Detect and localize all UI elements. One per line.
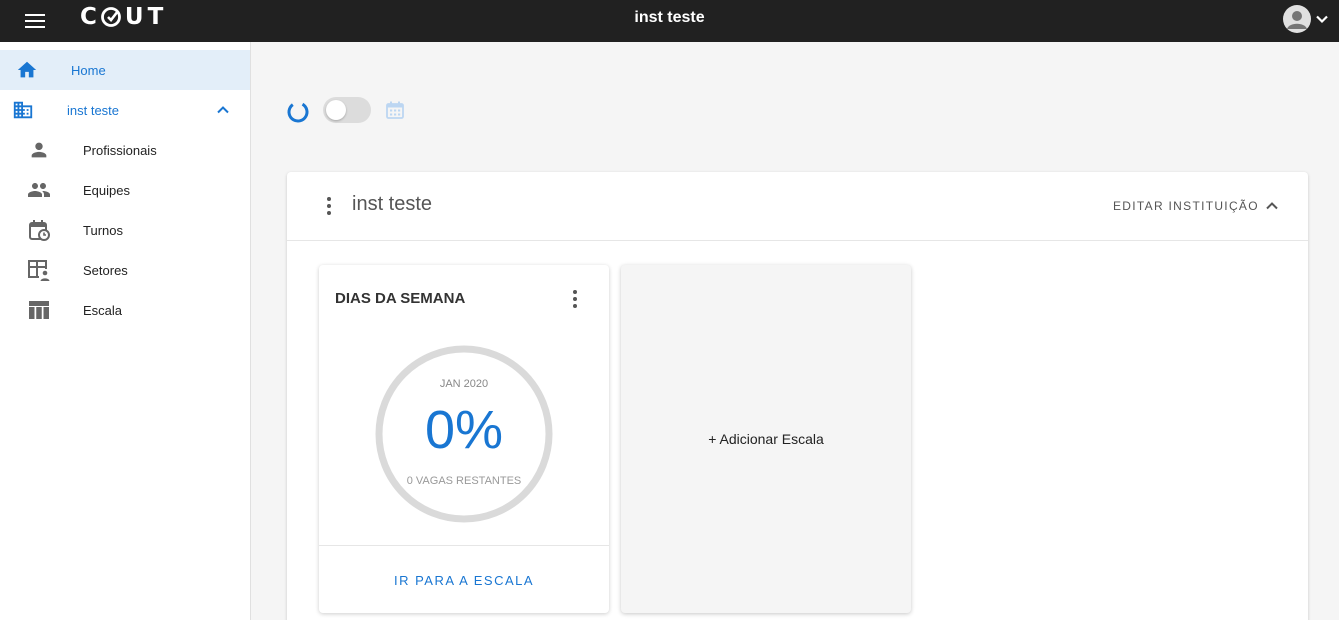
panel-header: inst teste EDITAR INSTITUIÇÃO xyxy=(287,172,1308,241)
add-scale-card[interactable]: + Adicionar Escala xyxy=(621,265,911,613)
sidebar-item-profissionais[interactable]: Profissionais xyxy=(0,130,250,170)
gauge-remaining: 0 VAGAS RESTANTES xyxy=(406,475,522,487)
account-circle-icon[interactable] xyxy=(1283,5,1311,33)
people-icon xyxy=(27,178,51,202)
occupancy-gauge: JAN 2020 0% 0 VAGAS RESTANTES xyxy=(374,344,554,524)
sidebar-item-setores[interactable]: Setores xyxy=(0,250,250,290)
page-title-text: inst teste xyxy=(634,9,705,26)
sidebar-item-label: Turnos xyxy=(83,222,123,238)
panel-title: inst teste xyxy=(352,193,433,215)
person-icon xyxy=(27,138,51,162)
sidebar-item-institution[interactable]: inst teste xyxy=(0,90,250,130)
user-menu[interactable] xyxy=(1283,4,1329,34)
scale-card-footer: IR PARA A ESCALA xyxy=(319,545,609,613)
sidebar-item-label: Escala xyxy=(83,302,123,318)
add-scale-label: + Adicionar Escala xyxy=(708,431,824,447)
calendar-clock-icon xyxy=(27,218,51,242)
toggle-knob xyxy=(326,100,346,120)
sidebar-item-home[interactable]: Home xyxy=(0,50,250,90)
sidebar-item-equipes[interactable]: Equipes xyxy=(0,170,250,210)
app-logo[interactable]: C UT xyxy=(80,4,167,30)
sidebar-item-label: Profissionais xyxy=(83,142,157,158)
chevron-up-icon[interactable] xyxy=(1262,196,1282,216)
chevron-up-icon[interactable] xyxy=(211,98,235,122)
go-to-scale-button[interactable]: IR PARA A ESCALA xyxy=(319,573,609,588)
calendar-icon[interactable] xyxy=(385,100,405,120)
home-icon xyxy=(15,58,39,82)
gauge-month: JAN 2020 xyxy=(439,378,489,390)
chevron-down-icon[interactable] xyxy=(1315,12,1329,26)
gauge-percent: 0% xyxy=(424,400,504,460)
table-person-icon xyxy=(27,258,51,282)
sidebar: Home inst teste Profissionais Equipes Tu… xyxy=(0,42,251,620)
sidebar-item-label: Equipes xyxy=(83,182,130,198)
view-toggle[interactable] xyxy=(323,97,371,123)
scale-card: DIAS DA SEMANA JAN 2020 0% 0 VAGAS RESTA… xyxy=(319,265,609,613)
sidebar-item-escala[interactable]: Escala xyxy=(0,290,250,330)
scale-card-title: DIAS DA SEMANA xyxy=(335,290,466,307)
sidebar-item-label: Home xyxy=(71,62,106,78)
top-app-bar: C UT inst teste xyxy=(0,0,1339,42)
more-vert-icon[interactable] xyxy=(563,287,587,311)
sidebar-item-label: Setores xyxy=(83,262,128,278)
edit-institution-button[interactable]: EDITAR INSTITUIÇÃO xyxy=(1113,199,1259,213)
building-icon xyxy=(11,98,35,122)
institution-panel: inst teste EDITAR INSTITUIÇÃO DIAS DA SE… xyxy=(287,172,1308,620)
sidebar-item-turnos[interactable]: Turnos xyxy=(0,210,250,250)
menu-icon[interactable] xyxy=(22,11,48,31)
more-vert-icon[interactable] xyxy=(317,194,341,218)
logo-check-icon xyxy=(100,7,121,27)
loading-spinner-icon xyxy=(286,100,310,124)
page-title: inst teste xyxy=(0,9,1339,27)
table-columns-icon xyxy=(27,298,51,322)
sidebar-item-label: inst teste xyxy=(67,102,120,118)
